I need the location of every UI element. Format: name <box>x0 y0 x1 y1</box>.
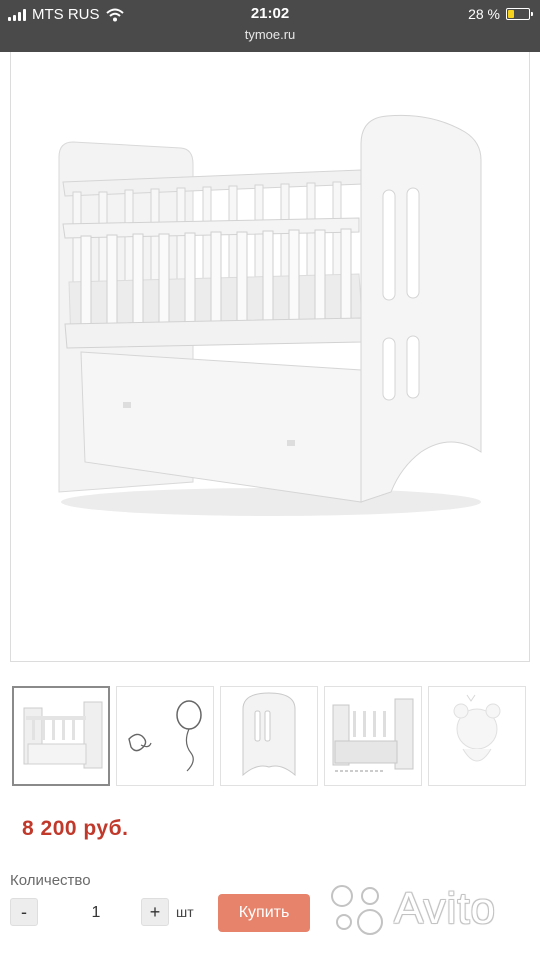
crib-thumbnail[interactable] <box>12 686 110 786</box>
crib-thumbnail-image <box>23 701 103 769</box>
watermark-text: Avito <box>394 884 497 933</box>
product-image-viewer[interactable] <box>10 52 530 662</box>
crib-drawer-image <box>332 698 414 772</box>
quantity-value[interactable]: 1 <box>76 904 116 922</box>
thumbnail-strip <box>12 686 540 788</box>
pacifier-balloon-image <box>128 700 202 772</box>
quantity-decrease-button[interactable]: - <box>10 898 38 926</box>
battery-icon <box>506 8 533 20</box>
product-price: 8 200 руб. <box>22 817 129 840</box>
page-url[interactable]: tymoe.ru <box>0 27 540 42</box>
bear-decal-image <box>453 694 501 762</box>
status-right: 28 % <box>468 6 533 22</box>
avito-watermark: Avito <box>326 880 526 940</box>
bear-decal-thumbnail[interactable] <box>428 686 526 786</box>
buy-button[interactable]: Купить <box>218 894 310 932</box>
crib-headboard-image <box>242 692 296 777</box>
crib-headboard-thumbnail[interactable] <box>220 686 318 786</box>
pacifier-balloon-thumbnail[interactable] <box>116 686 214 786</box>
clock: 21:02 <box>250 5 290 22</box>
crib-drawer-thumbnail[interactable] <box>324 686 422 786</box>
battery-percent: 28 % <box>468 6 500 22</box>
status-bar: MTS RUS 21:02 tymoe.ru 28 % <box>0 0 540 52</box>
quantity-increase-button[interactable]: + <box>141 898 169 926</box>
quantity-unit: шт <box>176 904 194 920</box>
battery-level <box>508 10 514 18</box>
crib-photo <box>58 114 482 516</box>
avito-logo-icon <box>331 885 383 935</box>
quantity-label: Количество <box>10 872 91 889</box>
